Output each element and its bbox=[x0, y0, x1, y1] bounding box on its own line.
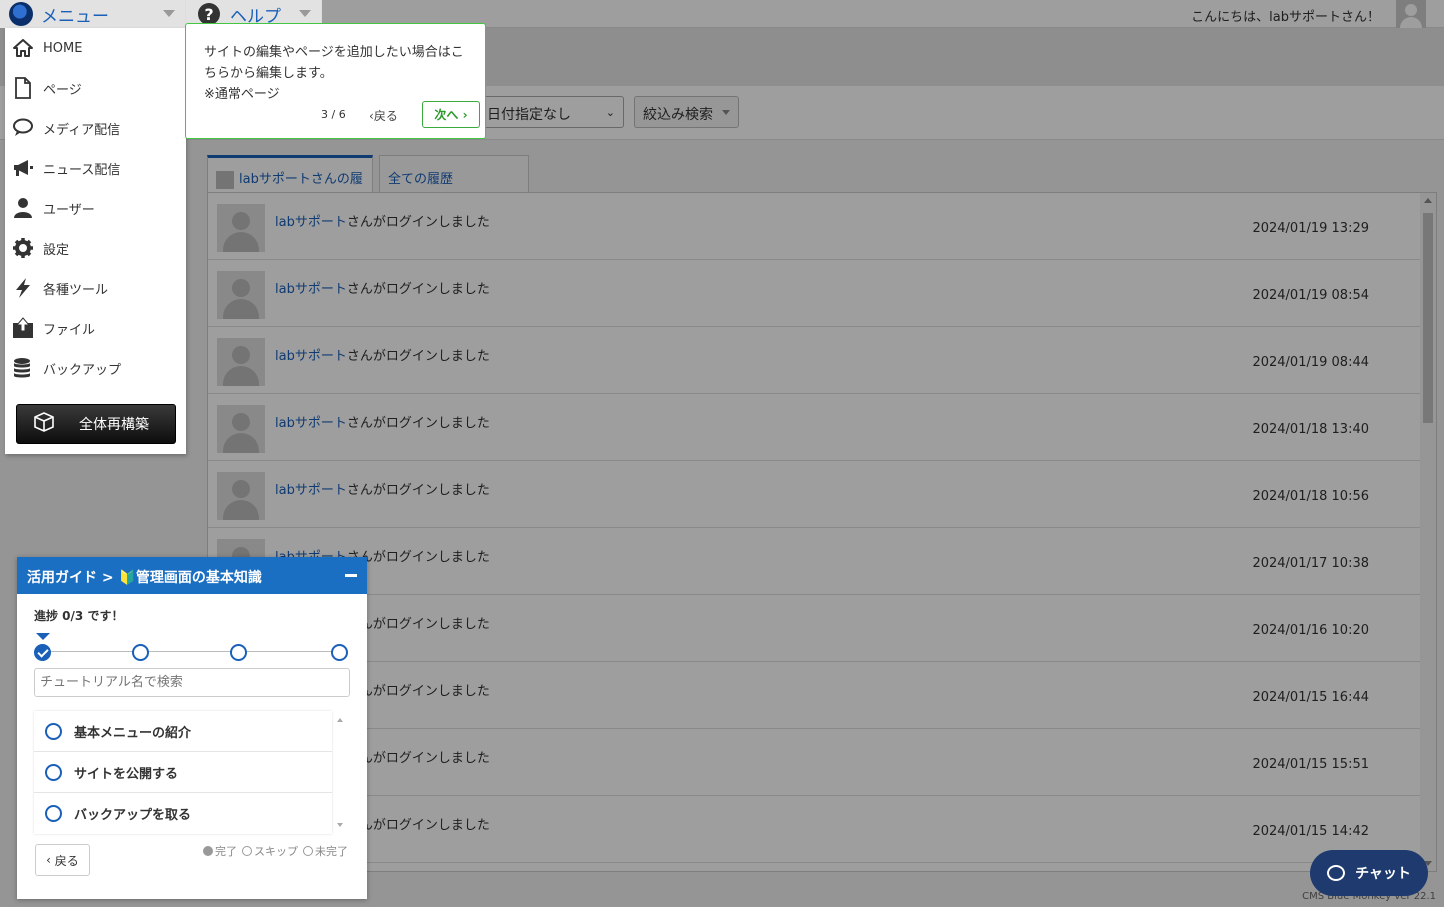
skip-circle-icon bbox=[242, 846, 252, 856]
guide-back-button[interactable]: ‹ 戻る bbox=[35, 844, 90, 876]
progress-step-4 bbox=[331, 644, 348, 661]
guide-panel: 活用ガイド > 🔰管理画面の基本知識 進捗 0/3 です！ 基本メニューの紹介 … bbox=[17, 557, 367, 899]
menu-item-label: ユーザー bbox=[43, 202, 95, 218]
side-menu: HOME ページ メディア配信 ニュース配信 ユーザー 設定 各種ツール ファイ… bbox=[5, 28, 205, 454]
menu-item-label: HOME bbox=[43, 40, 83, 56]
radio-empty-icon bbox=[45, 763, 62, 781]
status-legend: 完了 スキップ 未完了 bbox=[203, 843, 348, 859]
guide-header: 活用ガイド > 🔰管理画面の基本知識 bbox=[17, 557, 367, 594]
progress-text: 進捗 0/3 です！ bbox=[34, 609, 124, 623]
guide-title: 活用ガイド > 🔰管理画面の基本知識 bbox=[27, 570, 262, 586]
menu-item-label: ファイル bbox=[43, 322, 96, 338]
scroll-down-icon[interactable] bbox=[337, 823, 343, 827]
chevron-left-icon: ‹ bbox=[46, 853, 55, 867]
empty-circle-icon bbox=[303, 846, 313, 856]
tutorial-item[interactable]: サイトを公開する bbox=[34, 752, 332, 793]
scroll-up-icon[interactable] bbox=[337, 718, 343, 722]
tutorial-item-label: バックアップを取る bbox=[74, 808, 192, 823]
logo bbox=[9, 2, 33, 26]
menu-item-tools[interactable]: 各種ツール bbox=[5, 268, 186, 308]
caret-down-icon bbox=[163, 10, 175, 17]
radio-empty-icon bbox=[45, 722, 62, 740]
rebuild-all-label: 全体再構築 bbox=[79, 417, 149, 433]
caret-down-icon bbox=[299, 10, 311, 17]
progress-step-3 bbox=[230, 644, 247, 661]
legend-incomplete: 未完了 bbox=[303, 843, 348, 859]
tutorial-item[interactable]: 基本メニューの紹介 bbox=[34, 711, 332, 752]
megaphone-icon bbox=[12, 157, 34, 179]
menu-dropdown[interactable]: メニュー bbox=[0, 0, 186, 28]
tooltip-back-label: 戻る bbox=[373, 109, 398, 123]
legend-skip: スキップ bbox=[242, 843, 298, 859]
menu-item-page[interactable]: ページ bbox=[5, 68, 205, 108]
menu-item-label: 各種ツール bbox=[43, 282, 109, 298]
menu-item-news[interactable]: ニュース配信 bbox=[5, 148, 186, 188]
menu-item-backup[interactable]: バックアップ bbox=[5, 348, 186, 388]
home-icon bbox=[12, 37, 34, 59]
database-icon bbox=[12, 357, 34, 379]
current-step-marker bbox=[36, 633, 50, 640]
menu-item-label: メディア配信 bbox=[43, 122, 121, 138]
chat-bubble-icon bbox=[1327, 865, 1346, 881]
progress-step-1 bbox=[34, 644, 51, 661]
menu-item-settings[interactable]: 設定 bbox=[5, 228, 186, 268]
box-icon bbox=[33, 411, 55, 437]
radio-empty-icon bbox=[45, 805, 62, 822]
rebuild-all-button[interactable]: 全体再構築 bbox=[16, 404, 176, 444]
tutorial-search-input[interactable] bbox=[34, 668, 350, 697]
legend-skip-label: スキップ bbox=[254, 845, 298, 858]
chat-button[interactable]: チャット bbox=[1310, 850, 1428, 896]
tooltip-next-button[interactable]: 次へ › bbox=[422, 101, 480, 128]
tutorial-tooltip: サイトの編集やページを追加したい場合はこちらから編集します。 ※通常ページ 3 /… bbox=[185, 23, 486, 139]
tooltip-step-count: 3 / 6 bbox=[321, 108, 346, 121]
tooltip-next-label: 次へ bbox=[434, 108, 459, 122]
tutorial-list: 基本メニューの紹介 サイトを公開する バックアップを取る bbox=[34, 711, 332, 834]
gear-icon bbox=[12, 237, 34, 259]
tutorial-item-label: 基本メニューの紹介 bbox=[74, 725, 192, 741]
tutorial-item[interactable]: バックアップを取る bbox=[34, 793, 332, 834]
menu-item-file[interactable]: ファイル bbox=[5, 308, 186, 348]
page-icon bbox=[12, 77, 34, 99]
help-icon: ? bbox=[198, 3, 220, 25]
menu-item-label: ニュース配信 bbox=[43, 162, 121, 178]
chevron-right-icon: › bbox=[458, 107, 468, 122]
menu-item-label: 設定 bbox=[43, 242, 70, 258]
speech-bubble-icon bbox=[12, 117, 34, 139]
legend-incomplete-label: 未完了 bbox=[315, 845, 348, 858]
menu-item-media[interactable]: メディア配信 bbox=[5, 108, 186, 148]
progress-step-2 bbox=[132, 644, 149, 661]
user-icon bbox=[12, 197, 34, 219]
menu-item-label: バックアップ bbox=[43, 362, 122, 378]
menu-item-label: ページ bbox=[43, 82, 82, 98]
menu-item-home[interactable]: HOME bbox=[5, 28, 186, 68]
menu-label: メニュー bbox=[41, 6, 109, 27]
check-circle-icon bbox=[203, 846, 213, 856]
minimize-icon[interactable] bbox=[345, 574, 357, 577]
tooltip-text: サイトの編集やページを追加したい場合はこちらから編集します。 ※通常ページ bbox=[204, 45, 464, 102]
guide-back-label: 戻る bbox=[54, 853, 79, 868]
tutorial-item-label: サイトを公開する bbox=[74, 766, 179, 782]
lightning-icon bbox=[12, 277, 34, 299]
progress-line bbox=[43, 651, 341, 652]
menu-item-user[interactable]: ユーザー bbox=[5, 188, 186, 228]
legend-done-label: 完了 bbox=[215, 845, 237, 858]
tooltip-back-button[interactable]: ‹戻る bbox=[369, 107, 398, 124]
chat-label: チャット bbox=[1355, 866, 1411, 882]
file-upload-icon bbox=[12, 317, 34, 339]
legend-done: 完了 bbox=[203, 843, 237, 859]
